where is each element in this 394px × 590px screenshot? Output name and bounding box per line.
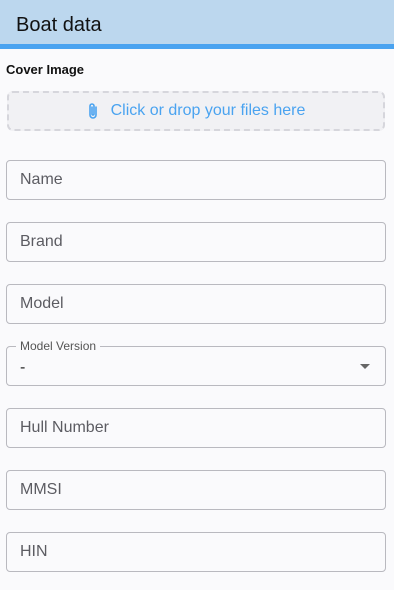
name-input[interactable]	[7, 161, 385, 199]
page-title: Boat data	[16, 14, 102, 36]
mmsi-field[interactable]	[6, 470, 386, 510]
model-field[interactable]	[6, 284, 386, 324]
cover-image-dropzone[interactable]: Click or drop your files here	[7, 91, 385, 131]
paperclip-icon	[87, 102, 111, 120]
model-input[interactable]	[7, 285, 385, 323]
hin-field[interactable]	[6, 532, 386, 572]
brand-field[interactable]	[6, 222, 386, 262]
name-field[interactable]	[6, 160, 386, 200]
chevron-down-icon[interactable]	[360, 364, 370, 369]
dropzone-text: Click or drop your files here	[110, 102, 306, 119]
model-version-value: -	[20, 359, 26, 376]
model-version-select[interactable]: Model Version -	[6, 339, 386, 386]
hull-number-input[interactable]	[7, 409, 385, 447]
hull-number-field[interactable]	[6, 408, 386, 448]
page-header: Boat data	[0, 0, 394, 49]
model-version-label: Model Version	[16, 339, 101, 353]
cover-image-label: Cover Image	[6, 62, 85, 77]
brand-input[interactable]	[7, 223, 385, 261]
mmsi-input[interactable]	[7, 471, 385, 509]
hin-input[interactable]	[7, 533, 385, 571]
